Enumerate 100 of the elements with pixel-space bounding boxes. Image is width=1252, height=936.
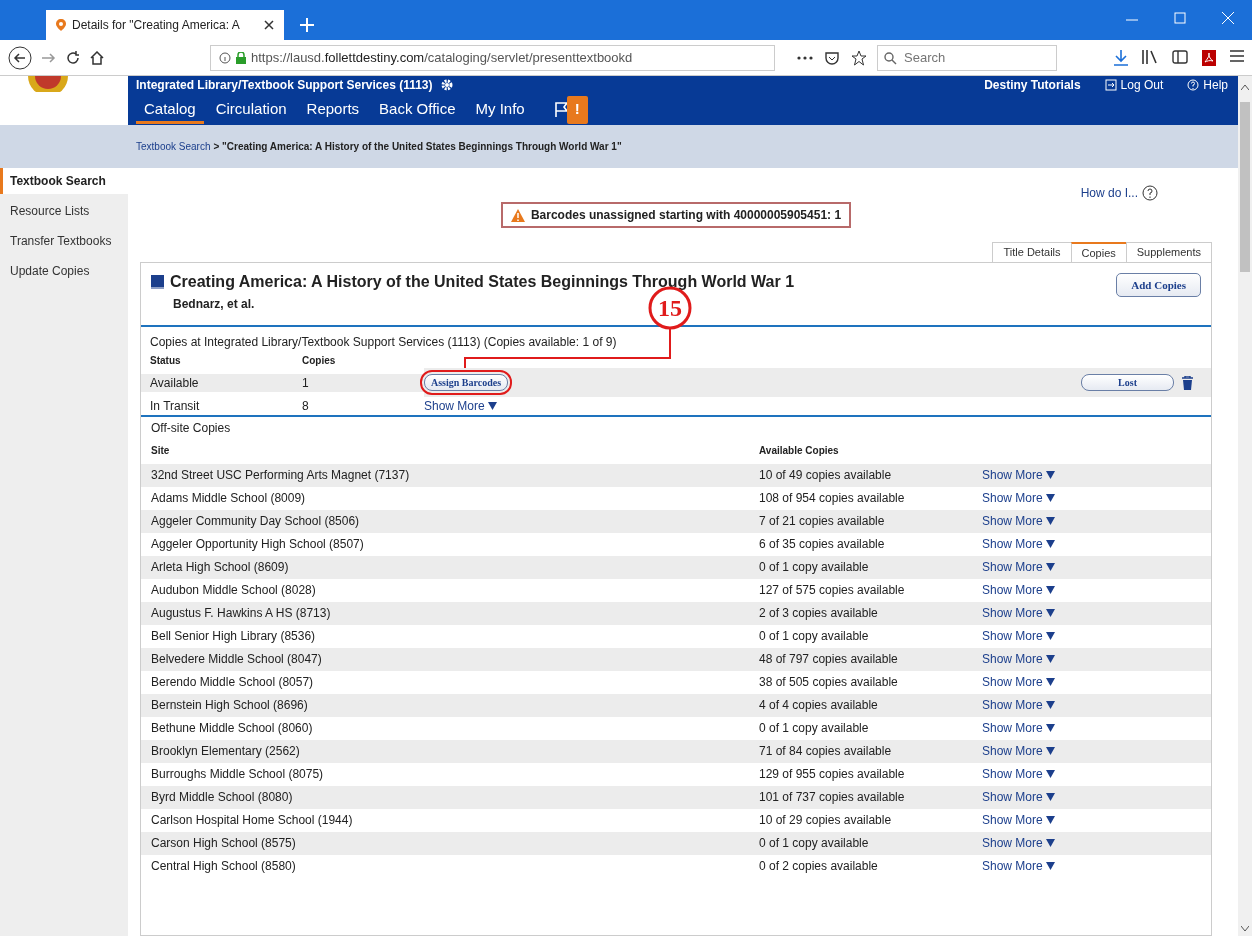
- column-header: Available Copies: [759, 444, 840, 458]
- sidebar-item[interactable]: Textbook Search: [0, 168, 128, 194]
- show-more-link[interactable]: Show More: [982, 721, 1055, 735]
- table-cell: Available: [141, 373, 302, 392]
- table-cell: 10 of 49 copies available: [759, 464, 982, 487]
- table-cell-text: Bell Senior High Library (8536): [150, 628, 317, 645]
- caret-icon: [1045, 471, 1055, 479]
- view-tab[interactable]: Supplements: [1125, 242, 1212, 262]
- maximize-icon[interactable]: [1174, 12, 1186, 24]
- download-icon[interactable]: [1114, 49, 1128, 66]
- caret-icon: [1045, 540, 1055, 548]
- table-cell-text: 0 of 2 copies available: [759, 858, 879, 875]
- browser-tab[interactable]: Details for "Creating America: A: [46, 10, 284, 40]
- table-cell-text: In Transit: [149, 398, 201, 415]
- forward-icon[interactable]: [42, 51, 56, 64]
- library-icon[interactable]: [1142, 49, 1158, 64]
- view-tab[interactable]: Title Details: [992, 242, 1072, 262]
- seal-icon: [26, 76, 70, 92]
- show-more-link[interactable]: Show More: [982, 468, 1055, 482]
- show-more-link[interactable]: Show More: [982, 698, 1055, 712]
- nav-tab[interactable]: Reports: [298, 95, 368, 124]
- lock-icon: [236, 51, 246, 64]
- close-icon[interactable]: [264, 20, 274, 30]
- how-do-i-link[interactable]: How do I...: [1080, 186, 1138, 200]
- show-more-link[interactable]: Show More: [982, 514, 1055, 528]
- table-cell-text: 127 of 575 copies available: [759, 582, 906, 599]
- caret-icon: [1045, 816, 1055, 824]
- breadcrumb-link[interactable]: Textbook Search: [136, 141, 211, 152]
- home-icon[interactable]: [90, 50, 104, 65]
- table-cell: 1: [302, 373, 424, 392]
- sidebar-item[interactable]: Transfer Textbooks: [0, 228, 128, 254]
- table-cell: 48 of 797 copies available: [759, 648, 982, 671]
- table-cell-text: Aggeler Opportunity High School (8507): [150, 536, 365, 553]
- menu-icon[interactable]: [1230, 49, 1244, 62]
- section-heading: Off-site Copies: [150, 420, 232, 437]
- gear-icon[interactable]: [440, 79, 453, 91]
- show-more-link[interactable]: Show More: [982, 629, 1055, 643]
- search-field[interactable]: Search: [877, 44, 1057, 71]
- caret-icon: [1045, 724, 1055, 732]
- show-more-link[interactable]: Show More: [982, 560, 1055, 574]
- nav-tab[interactable]: Circulation: [207, 95, 295, 124]
- show-more-link[interactable]: Show More: [982, 491, 1055, 505]
- caret-icon: [1045, 609, 1055, 617]
- site-name: Integrated Library/Textbook Support Services (1113): [136, 78, 433, 92]
- show-more-link[interactable]: Show More: [982, 652, 1055, 666]
- sidebar-icon[interactable]: [1172, 49, 1188, 64]
- caret-icon: [1045, 655, 1055, 663]
- table-cell: 101 of 737 copies available: [759, 786, 982, 809]
- nav-tab[interactable]: My Info: [467, 95, 533, 124]
- caret-icon: [1045, 793, 1055, 801]
- add-copies-button[interactable]: Add Copies: [1116, 273, 1201, 297]
- more-icon[interactable]: [797, 55, 813, 60]
- scroll-down-icon[interactable]: [1241, 926, 1249, 932]
- nav-tab[interactable]: Back Office: [371, 95, 464, 124]
- show-more-link[interactable]: Show More: [424, 399, 497, 413]
- pdf-icon[interactable]: [1202, 49, 1216, 66]
- star-icon[interactable]: [851, 49, 867, 66]
- header-link[interactable]: Log Out: [1104, 78, 1164, 92]
- sidebar-item[interactable]: Resource Lists: [0, 198, 128, 224]
- caret-icon: [1045, 678, 1055, 686]
- show-more-link[interactable]: Show More: [982, 583, 1055, 597]
- info-icon: [219, 51, 231, 64]
- show-more-link[interactable]: Show More: [982, 675, 1055, 689]
- trash-icon[interactable]: [1182, 375, 1193, 390]
- table-cell: Brooklyn Elementary (2562): [141, 740, 759, 763]
- table-cell-text: 108 of 954 copies available: [759, 490, 906, 507]
- show-more-link[interactable]: Show More: [982, 606, 1055, 620]
- show-more-link[interactable]: Show More: [982, 537, 1055, 551]
- show-more-link[interactable]: Show More: [982, 813, 1055, 827]
- pocket-icon[interactable]: [825, 50, 839, 65]
- table-cell-text: Berendo Middle School (8057): [150, 674, 315, 691]
- sidebar-item[interactable]: Update Copies: [0, 258, 128, 284]
- scroll-up-icon[interactable]: [1241, 84, 1249, 90]
- show-more-link[interactable]: Show More: [982, 859, 1055, 873]
- new-tab-icon[interactable]: [300, 18, 314, 32]
- caret-icon: [1045, 586, 1055, 594]
- reload-icon[interactable]: [66, 50, 80, 65]
- logout-icon: [1104, 79, 1117, 91]
- back-icon[interactable]: [8, 45, 32, 70]
- show-more-link[interactable]: Show More: [982, 767, 1055, 781]
- scrollbar-thumb[interactable]: [1240, 102, 1250, 272]
- header-link[interactable]: Destiny Tutorials: [984, 78, 1081, 92]
- view-tab[interactable]: Copies: [1070, 242, 1127, 262]
- show-more-link[interactable]: Show More: [982, 790, 1055, 804]
- header-link[interactable]: Help: [1187, 78, 1228, 92]
- table-cell: Bernstein High School (8696): [141, 694, 759, 717]
- table-cell-text: Adams Middle School (8009): [150, 490, 307, 507]
- caret-icon: [487, 402, 497, 410]
- warning-icon: [510, 208, 525, 222]
- address-bar[interactable]: https://lausd.follettdestiny.com/cataloging/servlet/presenttextbookd: [210, 44, 775, 71]
- caret-icon: [1045, 770, 1055, 778]
- book-title: Creating America: A History of the United States Beginnings Through World War 1: [170, 273, 795, 291]
- table-cell-text: Bethune Middle School (8060): [150, 720, 314, 737]
- table-cell-text: 8: [302, 398, 310, 415]
- show-more-link[interactable]: Show More: [982, 836, 1055, 850]
- help-icon[interactable]: [1142, 185, 1158, 201]
- table-cell-text: Carlson Hospital Home School (1944): [150, 812, 354, 829]
- book-icon: [151, 275, 164, 289]
- show-more-link[interactable]: Show More: [982, 744, 1055, 758]
- lost-button[interactable]: Lost: [1081, 374, 1174, 391]
